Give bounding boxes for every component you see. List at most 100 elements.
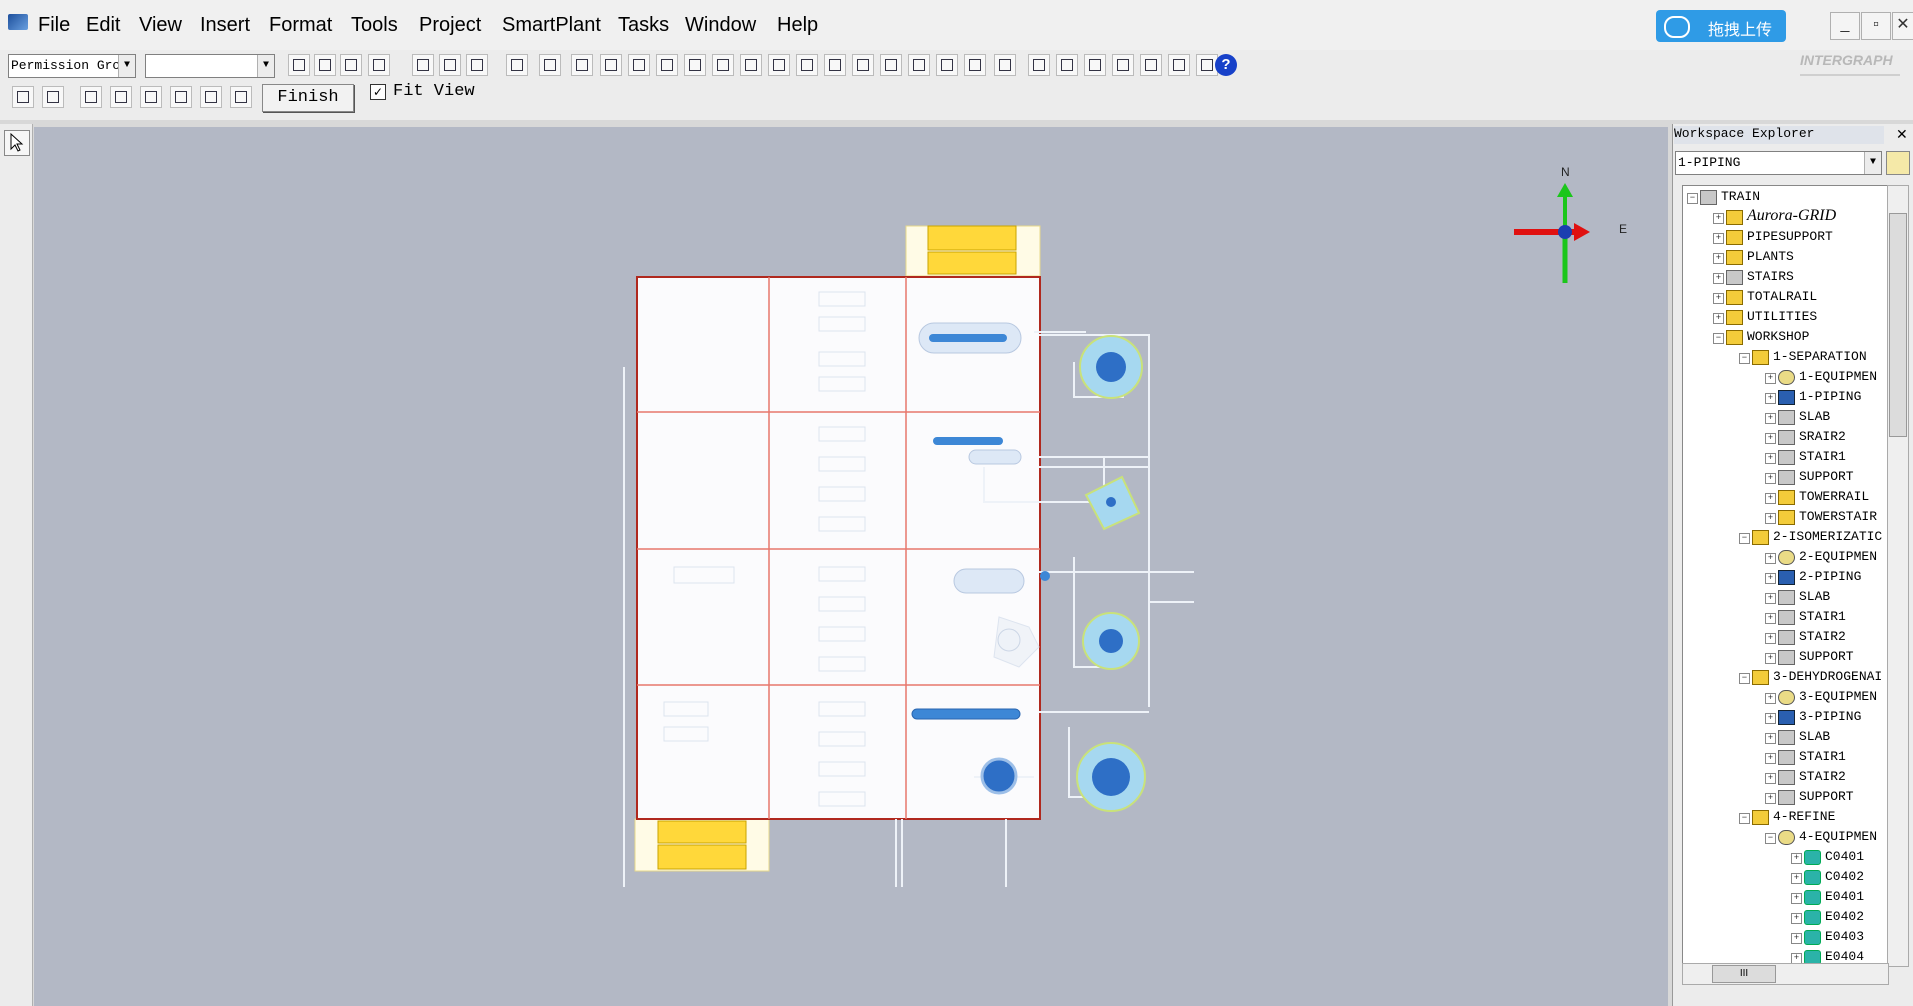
expand-icon[interactable]: +	[1765, 593, 1776, 604]
collapse-icon[interactable]: −	[1687, 193, 1698, 204]
toolbar-button[interactable]	[1056, 54, 1078, 76]
toolbar-button[interactable]	[1140, 54, 1162, 76]
toolbar-button[interactable]	[1084, 54, 1106, 76]
expand-icon[interactable]: +	[1765, 713, 1776, 724]
menu-view[interactable]: View	[139, 14, 182, 37]
graphic-view[interactable]: N E	[34, 127, 1668, 1006]
sphere-vessel[interactable]	[980, 757, 1018, 795]
expand-icon[interactable]: +	[1765, 433, 1776, 444]
toolbar-button[interactable]	[964, 54, 986, 76]
toolbar-button[interactable]	[880, 54, 902, 76]
expand-icon[interactable]: +	[1791, 853, 1802, 864]
menu-file[interactable]: File	[38, 14, 70, 37]
expand-icon[interactable]: +	[1765, 473, 1776, 484]
expand-icon[interactable]: +	[1713, 313, 1724, 324]
menu-smartplant[interactable]: SmartPlant	[502, 14, 601, 37]
workspace-tree[interactable]: − TRAIN + Aurora-GRID + PIPESUPPORT + PLANTS + ST…	[1682, 185, 1889, 967]
active-filter-combo[interactable]: ▼	[145, 54, 275, 78]
expand-icon[interactable]: +	[1765, 693, 1776, 704]
toolbar-button[interactable]	[314, 54, 336, 76]
toolbar-button[interactable]	[994, 54, 1016, 76]
expand-icon[interactable]: +	[1765, 613, 1776, 624]
expand-icon[interactable]: +	[1765, 513, 1776, 524]
expand-icon[interactable]: +	[1765, 553, 1776, 564]
close-icon[interactable]: ✕	[1896, 126, 1912, 144]
expand-icon[interactable]: +	[1713, 273, 1724, 284]
expand-icon[interactable]: +	[1765, 773, 1776, 784]
toolbar-button[interactable]	[506, 54, 528, 76]
expand-icon[interactable]: +	[1765, 413, 1776, 424]
expand-icon[interactable]: +	[1765, 653, 1776, 664]
toolbar-button[interactable]	[1112, 54, 1134, 76]
toolbar-button[interactable]	[628, 54, 650, 76]
collapse-icon[interactable]: −	[1739, 533, 1750, 544]
collapse-icon[interactable]: −	[1713, 333, 1724, 344]
step-button[interactable]	[170, 86, 192, 108]
expand-icon[interactable]: +	[1791, 873, 1802, 884]
expand-icon[interactable]: +	[1765, 453, 1776, 464]
exchanger-shell[interactable]	[968, 449, 1022, 465]
expand-icon[interactable]: +	[1765, 793, 1776, 804]
step-button[interactable]	[230, 86, 252, 108]
step-button[interactable]	[200, 86, 222, 108]
expand-icon[interactable]: +	[1713, 293, 1724, 304]
select-tool-button[interactable]	[4, 130, 30, 156]
toolbar-button[interactable]	[656, 54, 678, 76]
toolbar-button[interactable]	[796, 54, 818, 76]
step-button[interactable]	[42, 86, 64, 108]
toolbar-button[interactable]	[571, 54, 593, 76]
menu-insert[interactable]: Insert	[200, 14, 250, 37]
menu-window[interactable]: Window	[685, 14, 756, 37]
menu-tools[interactable]: Tools	[351, 14, 398, 37]
toolbar-button[interactable]	[852, 54, 874, 76]
collapse-icon[interactable]: −	[1739, 813, 1750, 824]
toolbar-button[interactable]	[288, 54, 310, 76]
toolbar-button[interactable]	[1028, 54, 1050, 76]
exchanger-tube-2[interactable]	[911, 708, 1021, 720]
horizontal-drum-2[interactable]	[953, 568, 1025, 594]
tree-vertical-scroll-thumb[interactable]	[1889, 213, 1907, 437]
permission-group-combo[interactable]: Permission Gro ▼	[8, 54, 136, 78]
restore-button[interactable]: ▫	[1861, 12, 1891, 40]
menu-project[interactable]: Project	[419, 14, 481, 37]
toolbar-button[interactable]	[1168, 54, 1190, 76]
menu-help[interactable]: Help	[777, 14, 818, 37]
toolbar-button[interactable]	[466, 54, 488, 76]
expand-icon[interactable]: +	[1765, 753, 1776, 764]
expand-icon[interactable]: +	[1765, 373, 1776, 384]
step-button[interactable]	[12, 86, 34, 108]
menu-edit[interactable]: Edit	[86, 14, 120, 37]
expand-icon[interactable]: +	[1791, 933, 1802, 944]
toolbar-button[interactable]	[684, 54, 706, 76]
expand-icon[interactable]: +	[1791, 913, 1802, 924]
finish-button[interactable]: Finish	[262, 84, 354, 112]
toolbar-button[interactable]	[768, 54, 790, 76]
minimize-button[interactable]: _	[1830, 12, 1860, 40]
tree-horizontal-scroll-thumb[interactable]: III	[1712, 965, 1776, 983]
menu-format[interactable]: Format	[269, 14, 332, 37]
expand-icon[interactable]: +	[1713, 253, 1724, 264]
define-workspace-icon[interactable]	[1886, 151, 1910, 175]
step-button[interactable]	[80, 86, 102, 108]
toolbar-button[interactable]	[936, 54, 958, 76]
upload-button[interactable]: 拖拽上传	[1656, 10, 1786, 42]
collapse-icon[interactable]: −	[1765, 833, 1776, 844]
toolbar-button[interactable]	[908, 54, 930, 76]
help-icon[interactable]: ?	[1215, 54, 1237, 76]
toolbar-button[interactable]	[740, 54, 762, 76]
chevron-down-icon[interactable]: ▼	[257, 55, 274, 77]
workspace-filter-combo[interactable]: 1-PIPING ▼	[1675, 151, 1882, 175]
expand-icon[interactable]: +	[1765, 493, 1776, 504]
toolbar-button[interactable]	[340, 54, 362, 76]
step-button[interactable]	[110, 86, 132, 108]
collapse-icon[interactable]: −	[1739, 673, 1750, 684]
expand-icon[interactable]: +	[1765, 393, 1776, 404]
toolbar-button[interactable]	[712, 54, 734, 76]
toolbar-button[interactable]	[824, 54, 846, 76]
toolbar-button[interactable]	[368, 54, 390, 76]
structure-frame[interactable]	[636, 276, 1041, 820]
expand-icon[interactable]: +	[1713, 233, 1724, 244]
fit-view-checkbox[interactable]: ✓	[370, 84, 386, 100]
menu-tasks[interactable]: Tasks	[618, 14, 669, 37]
chevron-down-icon[interactable]: ▼	[1864, 152, 1881, 174]
